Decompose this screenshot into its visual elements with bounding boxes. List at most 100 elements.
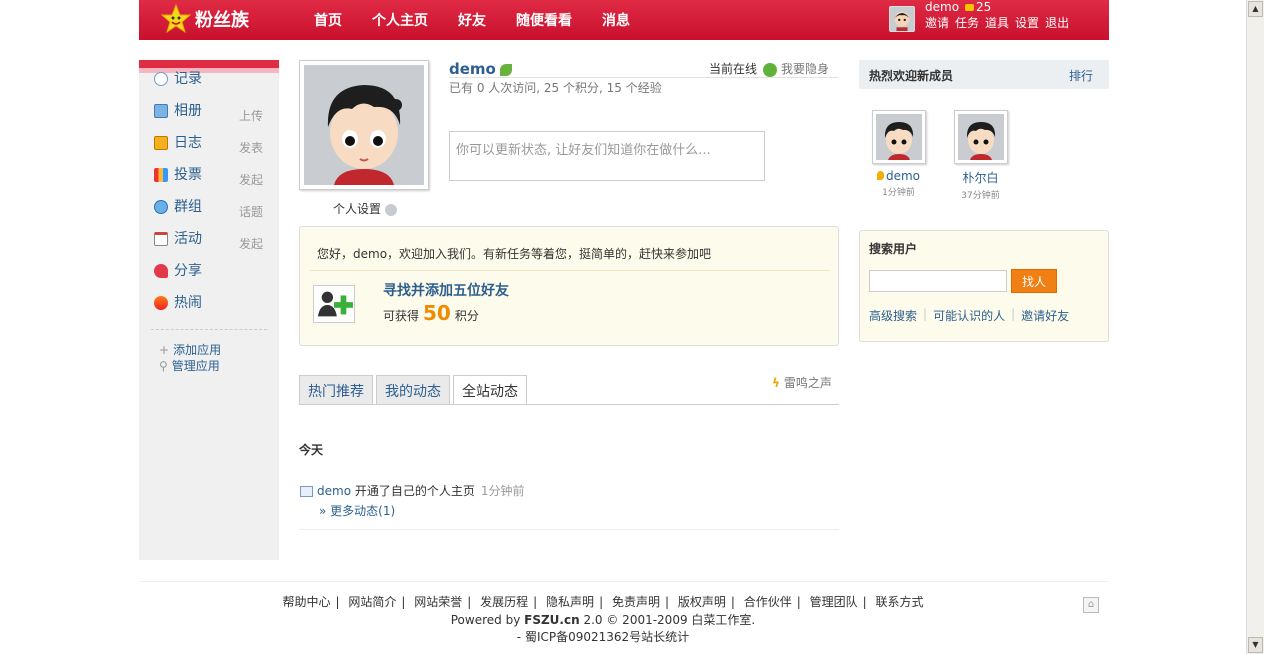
profile-stats: 已有 0 人次访问, 25 个积分, 15 个经验 [449, 81, 662, 95]
feed-time: 1分钟前 [480, 484, 525, 498]
header-user-links: 邀请 任务 道具 设置 退出 [925, 14, 1069, 31]
separator: | [730, 595, 735, 609]
separator: | [862, 595, 867, 609]
link-settings[interactable]: 设置 [1015, 14, 1039, 31]
sidebar-item-blog[interactable]: 日志 发表 [139, 134, 279, 166]
find-user-button[interactable]: 找人 [1011, 269, 1057, 293]
feed-day-heading: 今天 [299, 443, 324, 457]
main-nav: 首页 个人主页 好友 随便看看 消息 [314, 10, 630, 30]
footer-link[interactable]: 发展历程 [480, 595, 528, 609]
status-input[interactable]: 你可以更新状态, 让好友们知道你在做什么... [449, 131, 765, 181]
invisible-link[interactable]: 我要隐身 [781, 62, 829, 76]
nav-profile[interactable]: 个人主页 [372, 10, 428, 30]
online-status: 当前在线 我要隐身 [709, 60, 829, 77]
sidebar-item-event[interactable]: 活动 发起 [139, 230, 279, 262]
footer-link[interactable]: 版权声明 [678, 595, 726, 609]
app-menu: 记录 相册 上传 日志 发表 投票 发起 群组 话题 活动 发起 分享 热闹 [139, 70, 279, 326]
tab-site-feed[interactable]: 全站动态 [453, 375, 527, 405]
welcome-text: 您好，demo，欢迎加入我们。有新任务等着您，挺简单的，赶快来参加吧 [317, 247, 712, 261]
sidebar-item-label: 热闹 [174, 295, 202, 311]
search-links: 高级搜索 | 可能认识的人 | 邀请好友 [869, 307, 1069, 324]
sidebar-action-topic[interactable]: 话题 [239, 203, 263, 221]
header-avatar[interactable] [889, 6, 915, 32]
tab-hot[interactable]: 热门推荐 [299, 375, 373, 405]
member-card[interactable]: demo 1分钟前 [871, 110, 926, 198]
invite-friends-link[interactable]: 邀请好友 [1021, 307, 1069, 324]
add-friend-icon [313, 285, 355, 323]
link-props[interactable]: 道具 [985, 14, 1009, 31]
wrench-icon: ⚲ [159, 359, 168, 373]
nav-browse[interactable]: 随便看看 [516, 10, 572, 30]
header-username[interactable]: demo [925, 0, 959, 14]
powered-site-link[interactable]: FSZU.cn [524, 613, 580, 627]
sidebar-item-share[interactable]: 分享 [139, 262, 279, 294]
link-logout[interactable]: 退出 [1045, 14, 1069, 31]
member-card[interactable]: 朴尔白 37分钟前 [953, 110, 1008, 201]
member-name[interactable]: demo [871, 169, 926, 183]
footer-link[interactable]: 网站荣誉 [414, 595, 462, 609]
scroll-up-arrow-icon[interactable]: ▲ [1248, 1, 1263, 17]
nav-messages[interactable]: 消息 [602, 10, 630, 30]
footer-link[interactable]: 管理团队 [810, 595, 858, 609]
sidebar-item-record[interactable]: 记录 [139, 70, 279, 102]
clover-icon [763, 62, 778, 77]
member-name[interactable]: 朴尔白 [953, 169, 1008, 186]
footer-link[interactable]: 网站简介 [348, 595, 396, 609]
star-logo-icon [161, 4, 191, 34]
nav-friends[interactable]: 好友 [458, 10, 486, 30]
footer-link[interactable]: 隐私声明 [546, 595, 594, 609]
profile-username[interactable]: demo [449, 60, 512, 78]
search-user-input[interactable] [869, 270, 1007, 292]
member-time: 37分钟前 [961, 191, 1000, 201]
lightning-icon: ϟ [772, 376, 780, 390]
footer-icp[interactable]: - 蜀ICP备09021362号站长统计 [0, 628, 1206, 645]
feed-action: 开通了自己的个人主页 [354, 484, 475, 498]
manage-app-link[interactable]: ⚲ 管理应用 [159, 358, 279, 374]
profile-card-icon [300, 486, 313, 497]
task-title-link[interactable]: 寻找并添加五位好友 [383, 280, 509, 300]
top-header: 粉丝族 首页 个人主页 好友 随便看看 消息 demo 25 邀请 任务 道具 设… [139, 0, 1109, 40]
link-separator: | [1011, 307, 1016, 321]
add-app-label: 添加应用 [173, 343, 222, 357]
sidebar-item-hot[interactable]: 热闹 [139, 294, 279, 326]
manage-app-label: 管理应用 [171, 359, 220, 373]
sidebar-action-publish[interactable]: 发表 [239, 139, 263, 157]
more-feed-link[interactable]: » 更多动态(1) [319, 502, 395, 519]
sidebar-action-start-poll[interactable]: 发起 [239, 171, 263, 189]
nav-home[interactable]: 首页 [314, 10, 342, 30]
member-avatar[interactable] [871, 110, 926, 164]
profile-settings-label: 个人设置 [333, 202, 382, 216]
avatar-face-icon [875, 114, 922, 160]
profile-avatar[interactable] [299, 60, 429, 190]
back-to-top-icon[interactable]: ⌂ [1083, 597, 1099, 613]
footer-link[interactable]: 帮助中心 [282, 595, 330, 609]
header-credits: 25 [976, 0, 992, 14]
footer-link[interactable]: 合作伙伴 [744, 595, 792, 609]
tab-my-feed[interactable]: 我的动态 [376, 375, 450, 405]
thunder-link[interactable]: ϟ 雷鸣之声 [772, 374, 832, 391]
link-tasks[interactable]: 任务 [955, 14, 979, 31]
profile-settings[interactable]: 个人设置 [333, 200, 398, 217]
feed-user-link[interactable]: demo [317, 484, 351, 498]
sidebar-action-upload[interactable]: 上传 [239, 107, 263, 125]
footer-link[interactable]: 免责声明 [612, 595, 660, 609]
profile-divider [449, 77, 838, 78]
link-separator: | [923, 307, 928, 321]
blog-icon [154, 136, 168, 150]
add-app-link[interactable]: + 添加应用 [159, 342, 279, 358]
vertical-scrollbar[interactable]: ▲ ▼ [1246, 0, 1264, 654]
link-invite[interactable]: 邀请 [925, 14, 949, 31]
footer-link[interactable]: 联系方式 [876, 595, 924, 609]
sidebar-item-album[interactable]: 相册 上传 [139, 102, 279, 134]
site-logo[interactable]: 粉丝族 [161, 4, 249, 34]
advanced-search-link[interactable]: 高级搜索 [869, 307, 917, 324]
sidebar-item-label: 日志 [174, 135, 202, 151]
sidebar-item-poll[interactable]: 投票 发起 [139, 166, 279, 198]
member-avatar[interactable] [953, 110, 1008, 164]
scroll-down-arrow-icon[interactable]: ▼ [1248, 637, 1263, 653]
rank-link[interactable]: 排行 [1069, 67, 1093, 84]
people-you-may-know-link[interactable]: 可能认识的人 [933, 307, 1005, 324]
sidebar-item-group[interactable]: 群组 话题 [139, 198, 279, 230]
member-time: 1分钟前 [882, 188, 915, 198]
sidebar-action-start-event[interactable]: 发起 [239, 235, 263, 253]
